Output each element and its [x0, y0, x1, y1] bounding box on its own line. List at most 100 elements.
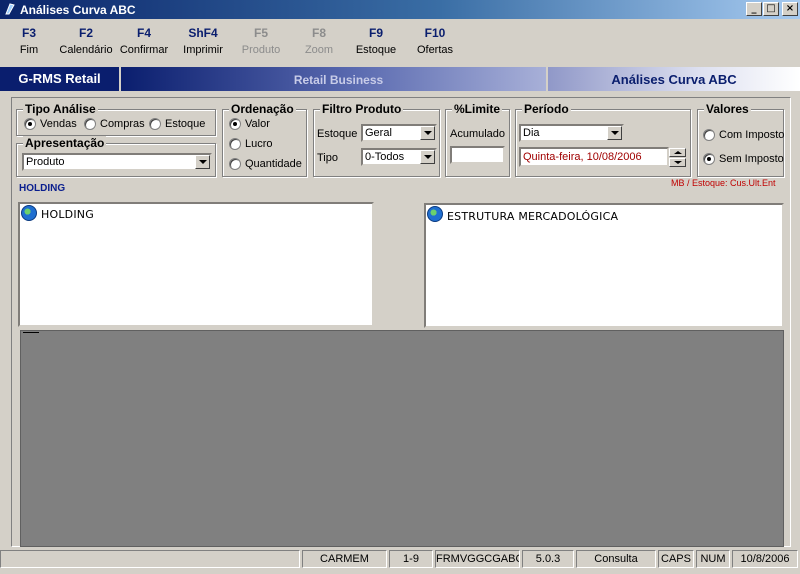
- fkey-f8-zoom[interactable]: F8 Zoom: [296, 26, 342, 57]
- radio-lucro[interactable]: [229, 138, 241, 150]
- radio-sem-imposto[interactable]: [703, 153, 715, 165]
- app-name: G-RMS Retail: [0, 67, 119, 91]
- acumulado-label: Acumulado: [450, 128, 506, 140]
- mb-estoque-note: MB / Estoque: Cus.Ult.Ent: [671, 178, 776, 188]
- fkey-label: Estoque: [355, 44, 397, 56]
- fkey-key: F2: [78, 26, 93, 40]
- fkey-f5-produto[interactable]: F5 Produto: [236, 26, 286, 57]
- fkey-key: F3: [21, 26, 36, 40]
- tipo-label: Tipo: [317, 152, 338, 164]
- grid-corner-marker: [23, 332, 39, 333]
- results-grid[interactable]: [20, 330, 784, 547]
- spin-down-icon[interactable]: [669, 158, 686, 167]
- apresentacao-value: Produto: [26, 156, 65, 168]
- chevron-down-icon[interactable]: [420, 126, 435, 140]
- acumulado-input[interactable]: [450, 146, 505, 164]
- tipo-select[interactable]: 0-Todos: [361, 148, 437, 166]
- status-num: NUM: [696, 550, 730, 568]
- tree-node-estrutura[interactable]: ESTRUTURA MERCADOLÓGICA: [447, 210, 618, 223]
- status-caps: CAPS: [658, 550, 694, 568]
- limite-group: %Limite: [445, 102, 510, 177]
- radio-sem-imposto-label: Sem Imposto: [719, 153, 784, 165]
- radio-lucro-label: Lucro: [245, 138, 273, 150]
- radio-quantidade[interactable]: [229, 158, 241, 170]
- status-mode: Consulta: [576, 550, 656, 568]
- globe-icon: [21, 205, 37, 221]
- fkey-key: ShF4: [188, 26, 218, 40]
- apresentacao-title: Apresentação: [23, 136, 107, 150]
- banner-subtitle: Retail Business: [121, 67, 546, 91]
- radio-com-imposto[interactable]: [703, 129, 715, 141]
- window-title: Análises Curva ABC: [20, 3, 136, 17]
- status-bar: CARMEM 1-9 FRMVGGCGABC 5.0.3 Consulta CA…: [0, 549, 800, 569]
- fkey-f9-estoque[interactable]: F9 Estoque: [351, 26, 401, 57]
- globe-icon: [427, 206, 443, 222]
- radio-com-imposto-label: Com Imposto: [719, 129, 785, 141]
- status-user: CARMEM: [302, 550, 387, 568]
- limite-title: %Limite: [452, 102, 503, 116]
- chevron-down-icon[interactable]: [420, 150, 435, 164]
- valores-group: Valores: [697, 102, 784, 177]
- app-icon: [5, 3, 15, 15]
- fkey-label: Ofertas: [416, 44, 454, 56]
- title-bar: Análises Curva ABC _ □ ×: [0, 0, 800, 19]
- radio-quantidade-label: Quantidade: [245, 158, 302, 170]
- radio-valor-label: Valor: [245, 118, 270, 130]
- status-version: 5.0.3: [522, 550, 574, 568]
- fkey-key: F10: [424, 26, 446, 40]
- radio-vendas-label: Vendas: [40, 118, 77, 130]
- periodo-title: Período: [522, 102, 571, 116]
- filtro-produto-title: Filtro Produto: [320, 102, 404, 116]
- maximize-button[interactable]: □: [763, 2, 779, 16]
- fkey-label: Zoom: [304, 44, 334, 56]
- chevron-down-icon[interactable]: [607, 126, 622, 140]
- tipo-value: 0-Todos: [365, 151, 405, 163]
- holding-caption: HOLDING: [19, 183, 66, 194]
- filtro-produto-group: Filtro Produto: [313, 102, 440, 177]
- spin-up-icon[interactable]: [669, 148, 686, 157]
- fkey-label: Produto: [241, 44, 281, 56]
- fkey-f3-fim[interactable]: F3 Fim: [8, 26, 50, 57]
- periodo-type-select[interactable]: Dia: [519, 124, 624, 142]
- estoque-value: Geral: [365, 127, 392, 139]
- fkey-f10-ofertas[interactable]: F10 Ofertas: [410, 26, 460, 57]
- fkey-shf4-imprimir[interactable]: ShF4 Imprimir: [178, 26, 228, 57]
- estoque-label: Estoque: [317, 128, 358, 140]
- status-message: [0, 550, 300, 568]
- fkey-label: Calendário: [59, 44, 113, 56]
- close-button[interactable]: ×: [782, 2, 798, 16]
- periodo-type-value: Dia: [523, 127, 540, 139]
- radio-estoque-label: Estoque: [165, 118, 206, 130]
- fkey-key: F4: [136, 26, 151, 40]
- fkey-key: F9: [368, 26, 383, 40]
- date-spinner[interactable]: [669, 148, 686, 167]
- fkey-label: Imprimir: [183, 44, 223, 56]
- valores-title: Valores: [704, 102, 751, 116]
- radio-valor[interactable]: [229, 118, 241, 130]
- status-date: 10/8/2006: [732, 550, 798, 568]
- fkey-f2-calendario[interactable]: F2 Calendário: [56, 26, 116, 57]
- estoque-select[interactable]: Geral: [361, 124, 437, 142]
- minimize-button[interactable]: _: [746, 2, 762, 16]
- status-range: 1-9: [389, 550, 433, 568]
- radio-compras[interactable]: [84, 118, 96, 130]
- fkey-label: Confirmar: [119, 44, 169, 56]
- status-form: FRMVGGCGABC: [435, 550, 520, 568]
- estrutura-tree[interactable]: ESTRUTURA MERCADOLÓGICA: [424, 203, 784, 328]
- fkey-key: F5: [253, 26, 268, 40]
- holding-tree[interactable]: HOLDING: [18, 202, 374, 327]
- ordenacao-title: Ordenação: [229, 102, 296, 116]
- fkey-key: F8: [311, 26, 326, 40]
- tree-node-holding[interactable]: HOLDING: [41, 208, 94, 221]
- chevron-down-icon[interactable]: [195, 155, 210, 169]
- apresentacao-select[interactable]: Produto: [22, 153, 212, 171]
- radio-estoque[interactable]: [149, 118, 161, 130]
- module-title: Análises Curva ABC: [548, 67, 800, 91]
- periodo-date-value: Quinta-feira, 10/08/2006: [523, 151, 642, 163]
- fkey-label: Fim: [19, 44, 39, 56]
- radio-compras-label: Compras: [100, 118, 145, 130]
- tipo-analise-title: Tipo Análise: [23, 102, 98, 116]
- radio-vendas[interactable]: [24, 118, 36, 130]
- periodo-date-input[interactable]: Quinta-feira, 10/08/2006: [519, 147, 669, 167]
- fkey-f4-confirmar[interactable]: F4 Confirmar: [117, 26, 171, 57]
